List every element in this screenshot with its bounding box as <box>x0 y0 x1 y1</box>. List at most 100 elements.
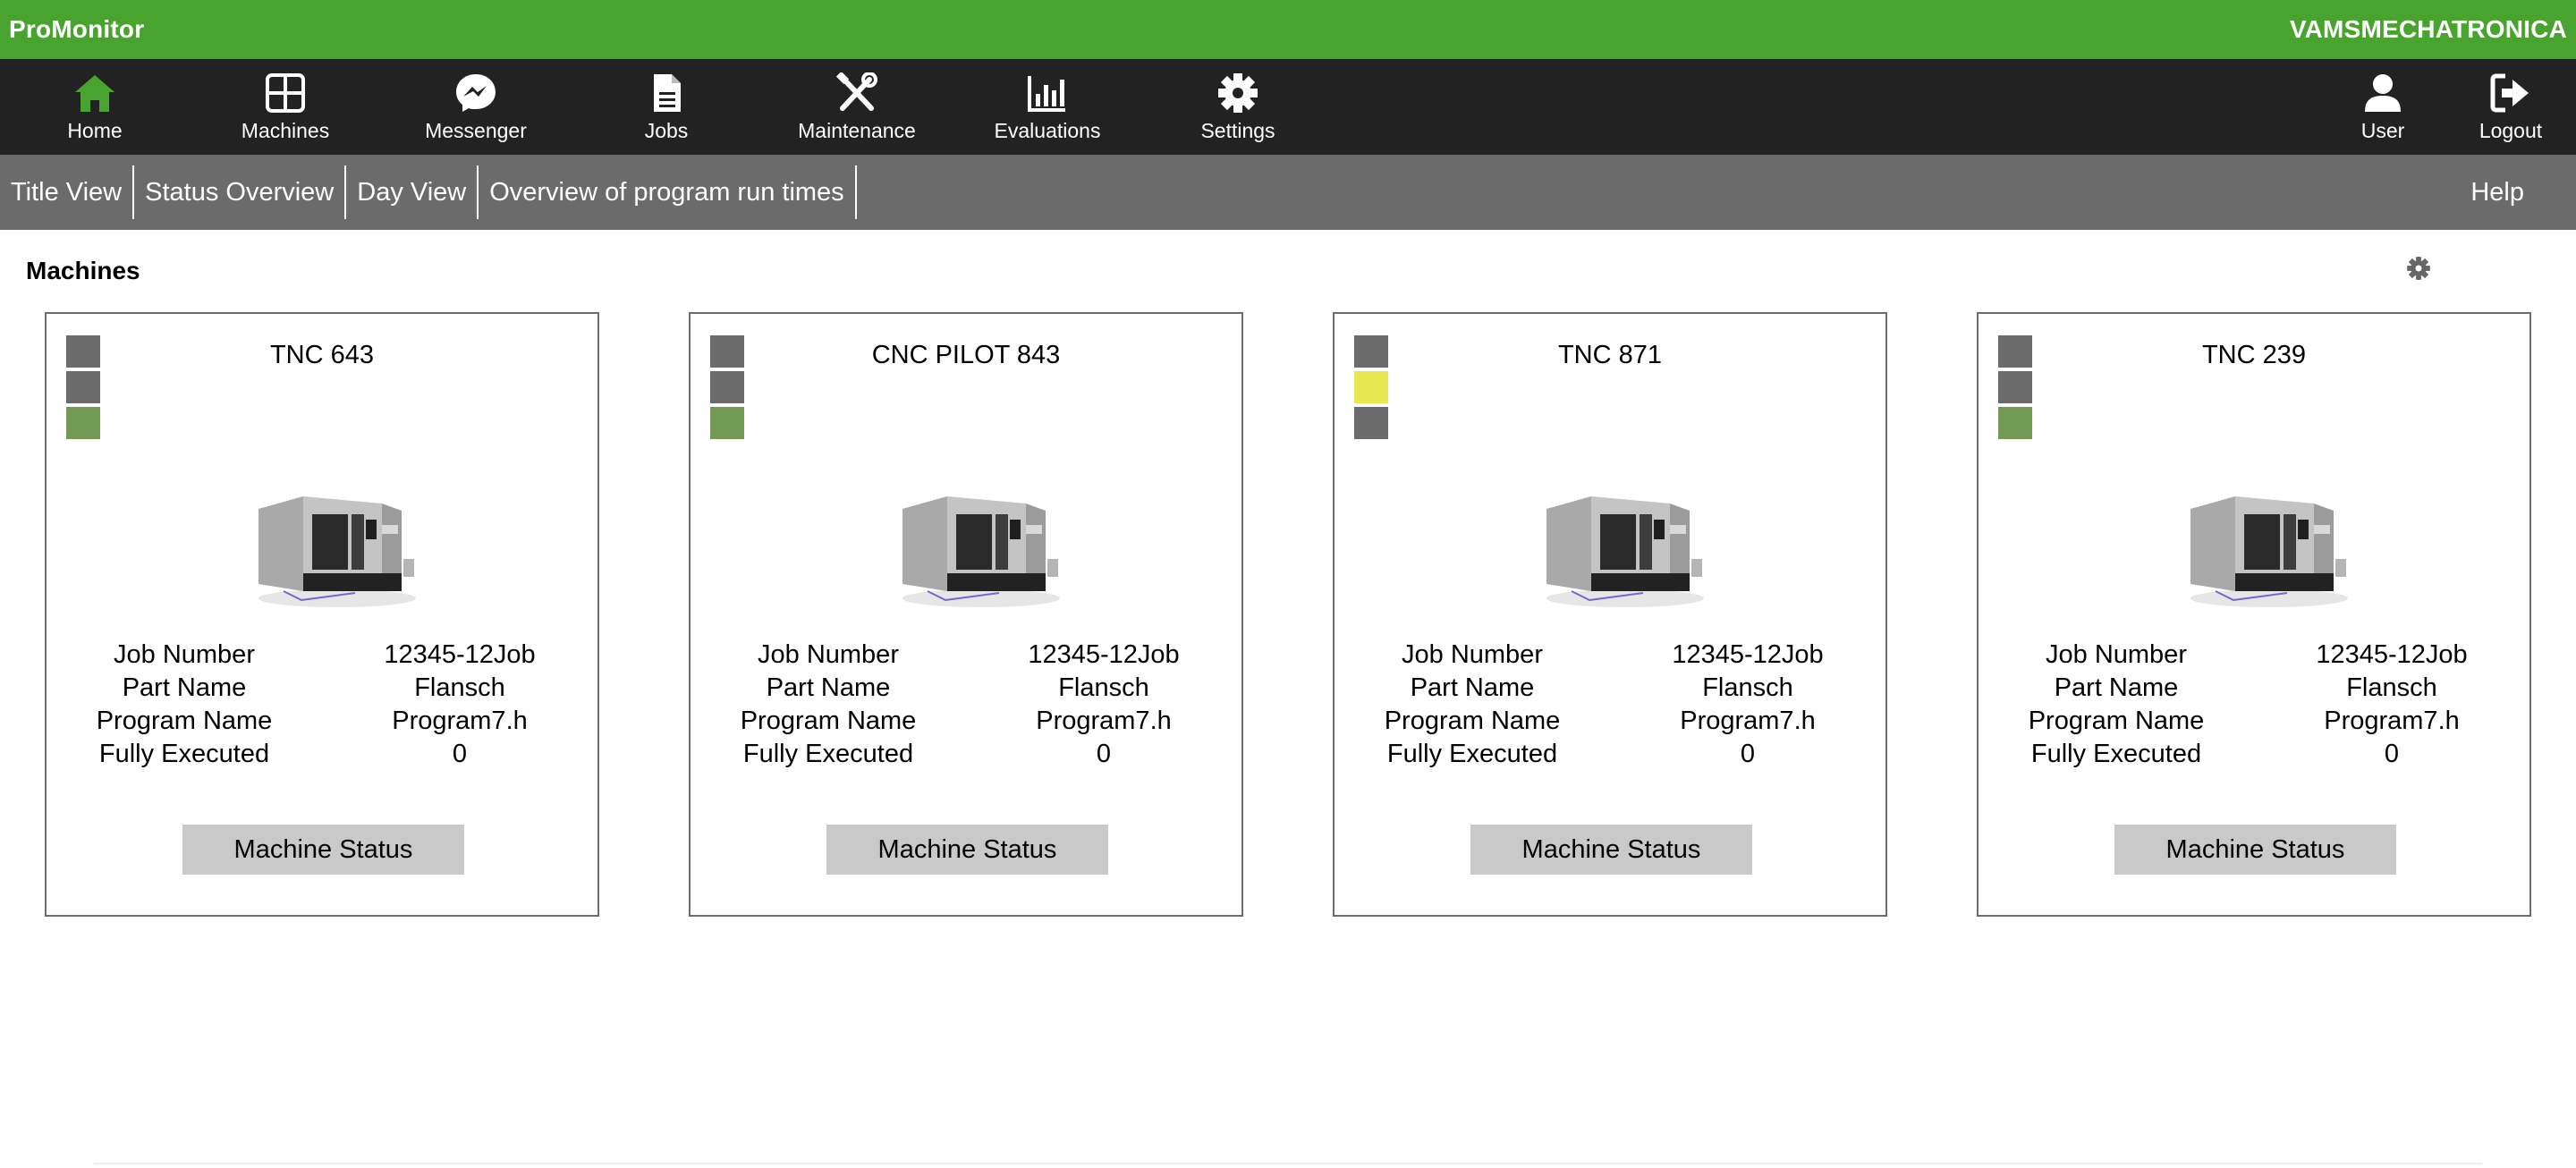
sub-nav: Title View Status Overview Day View Over… <box>0 155 2576 230</box>
help-link[interactable]: Help <box>2470 155 2524 230</box>
machine-card-1: TNC 643 Job Number 12345-12Job Part Name F… <box>45 312 599 917</box>
detail-value: Program7.h <box>2324 707 2460 735</box>
detail-value: 0 <box>2384 740 2400 768</box>
nav-label-user: User <box>2360 119 2405 142</box>
tab-day-view[interactable]: Day View <box>346 165 479 219</box>
nav-label-machines: Machines <box>241 119 330 142</box>
detail-row: Job Number 12345-12Job <box>1979 639 2529 672</box>
nav-label-evaluations: Evaluations <box>994 119 1101 142</box>
detail-label: Program Name <box>1384 707 1561 735</box>
messenger-icon <box>456 74 496 112</box>
tab-program-run-times[interactable]: Overview of program run times <box>479 165 857 219</box>
detail-row: Program Name Program7.h <box>47 705 597 738</box>
detail-value: 12345-12Job <box>2316 640 2468 669</box>
detail-row: Fully Executed 0 <box>1979 738 2529 771</box>
nav-item-settings[interactable]: Settings <box>1148 59 1327 155</box>
detail-label: Part Name <box>766 673 891 702</box>
status-light-2 <box>66 371 100 403</box>
machine-image <box>902 496 1060 607</box>
machine-status-button[interactable]: Machine Status <box>1470 825 1752 875</box>
detail-value: 12345-12Job <box>1672 640 1824 669</box>
status-light-3 <box>66 407 100 439</box>
machine-card-2: CNC PILOT 843 Job Number 12345-12Job Part… <box>689 312 1243 917</box>
detail-label: Job Number <box>1402 640 1543 669</box>
detail-label: Fully Executed <box>742 740 914 768</box>
status-light-2 <box>1354 371 1388 403</box>
panel-settings-icon[interactable] <box>2406 256 2431 281</box>
detail-value: Program7.h <box>1680 707 1816 735</box>
machine-status-button[interactable]: Machine Status <box>182 825 464 875</box>
app-brand: ProMonitor <box>9 15 145 43</box>
detail-label: Program Name <box>2028 707 2205 735</box>
main-nav: Home Machines Messenger Jobs Maintenance… <box>0 59 2576 155</box>
detail-label: Fully Executed <box>98 740 270 768</box>
nav-label-maintenance: Maintenance <box>798 119 916 142</box>
document-icon <box>654 74 681 112</box>
machine-status-button[interactable]: Machine Status <box>2114 825 2396 875</box>
machine-title: TNC 239 <box>2201 341 2307 369</box>
grid-icon <box>266 73 305 113</box>
detail-label: Part Name <box>2054 673 2179 702</box>
nav-item-maintenance[interactable]: Maintenance <box>767 59 946 155</box>
bar-chart-icon <box>1028 76 1065 112</box>
detail-row: Program Name Program7.h <box>691 705 1241 738</box>
status-light-3 <box>1998 407 2032 439</box>
nav-item-jobs[interactable]: Jobs <box>577 59 756 155</box>
detail-row: Job Number 12345-12Job <box>47 639 597 672</box>
status-light-2 <box>710 371 744 403</box>
top-bar: ProMonitor VAMSMECHATRONICA <box>0 0 2576 59</box>
detail-row: Fully Executed 0 <box>691 738 1241 771</box>
user-icon <box>2365 74 2401 112</box>
status-light-3 <box>710 407 744 439</box>
detail-row: Part Name Flansch <box>47 672 597 705</box>
detail-value: Flansch <box>2346 673 2437 702</box>
detail-value: 0 <box>452 740 468 768</box>
job-details: Job Number 12345-12Job Part Name Flansch P… <box>47 639 597 771</box>
section-title: Machines <box>26 257 140 284</box>
machine-status-button[interactable]: Machine Status <box>826 825 1108 875</box>
detail-row: Fully Executed 0 <box>47 738 597 771</box>
machine-card-3: TNC 871 Job Number 12345-12Job Part Name F… <box>1333 312 1887 917</box>
nav-item-machines[interactable]: Machines <box>196 59 375 155</box>
nav-item-home[interactable]: Home <box>5 59 184 155</box>
machine-title: TNC 871 <box>1557 341 1663 369</box>
divider <box>94 1163 2482 1164</box>
detail-label: Job Number <box>758 640 899 669</box>
detail-value: 0 <box>1740 740 1756 768</box>
machine-title: CNC PILOT 843 <box>871 341 1061 369</box>
nav-label-settings: Settings <box>1200 119 1275 142</box>
gear-icon <box>1218 73 1258 113</box>
detail-value: 12345-12Job <box>1028 640 1180 669</box>
status-light-3 <box>1354 407 1388 439</box>
detail-label: Program Name <box>740 707 917 735</box>
logout-icon <box>2490 73 2529 113</box>
detail-value: 0 <box>1096 740 1112 768</box>
nav-label-logout: Logout <box>2479 119 2543 142</box>
detail-label: Job Number <box>114 640 255 669</box>
detail-row: Part Name Flansch <box>1335 672 1885 705</box>
nav-item-evaluations[interactable]: Evaluations <box>958 59 1137 155</box>
tools-icon <box>835 72 877 111</box>
job-details: Job Number 12345-12Job Part Name Flansch P… <box>1979 639 2529 771</box>
detail-row: Fully Executed 0 <box>1335 738 1885 771</box>
detail-label: Part Name <box>122 673 247 702</box>
machine-title: TNC 643 <box>269 341 375 369</box>
nav-item-messenger[interactable]: Messenger <box>386 59 565 155</box>
detail-value: Flansch <box>1058 673 1149 702</box>
detail-value: 12345-12Job <box>384 640 536 669</box>
detail-label: Fully Executed <box>2030 740 2202 768</box>
detail-label: Program Name <box>96 707 273 735</box>
tab-title-view[interactable]: Title View <box>0 165 135 219</box>
detail-row: Program Name Program7.h <box>1979 705 2529 738</box>
detail-label: Job Number <box>2046 640 2187 669</box>
job-details: Job Number 12345-12Job Part Name Flansch P… <box>1335 639 1885 771</box>
home-icon <box>75 75 114 112</box>
detail-value: Program7.h <box>1036 707 1172 735</box>
detail-row: Part Name Flansch <box>691 672 1241 705</box>
detail-label: Part Name <box>1410 673 1535 702</box>
detail-row: Job Number 12345-12Job <box>691 639 1241 672</box>
nav-item-logout[interactable]: Logout <box>2421 59 2576 155</box>
tab-status-overview[interactable]: Status Overview <box>134 165 347 219</box>
detail-value: Program7.h <box>392 707 528 735</box>
status-light-2 <box>1998 371 2032 403</box>
